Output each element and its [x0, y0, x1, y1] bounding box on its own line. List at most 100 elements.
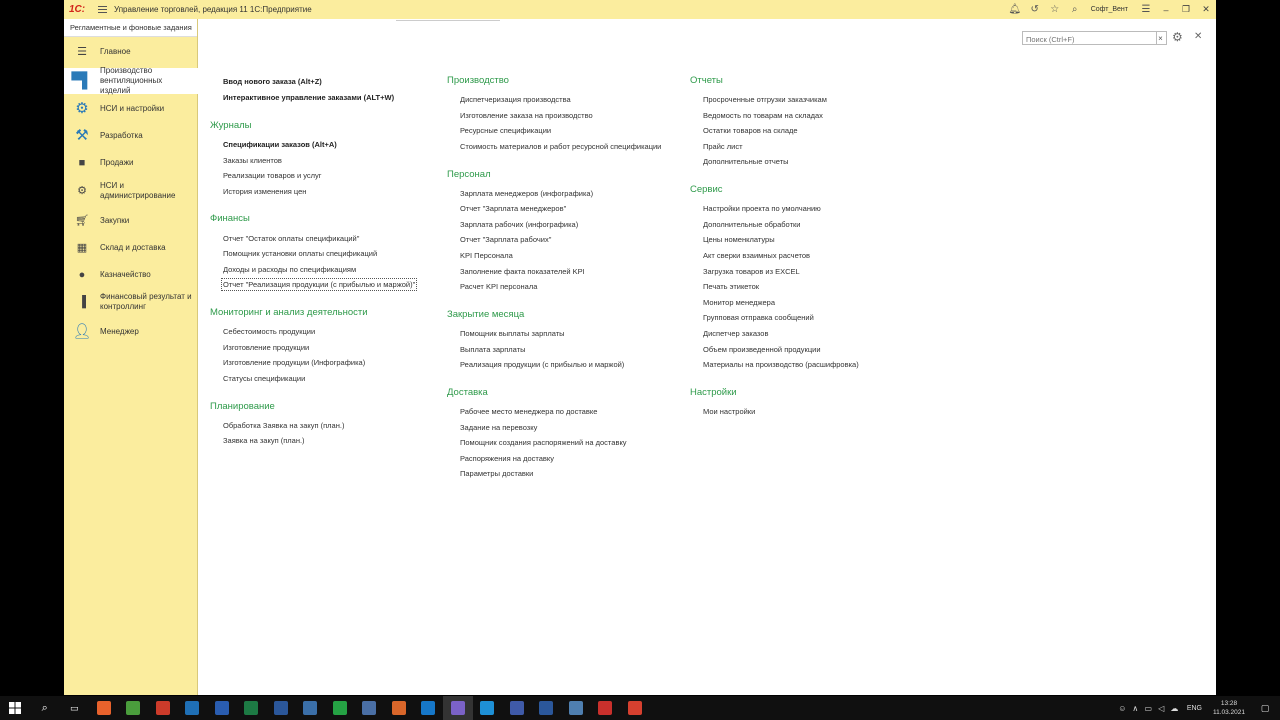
sidebar-item-production[interactable]: ▀▌ Производство вентиляционных изделий	[64, 66, 198, 95]
windows-start-icon[interactable]	[0, 696, 30, 720]
chevron-up-icon[interactable]: ∧	[1129, 704, 1142, 713]
link-item-focused[interactable]: Отчет "Реализация продукции (с прибылью …	[220, 278, 418, 291]
taskbar-app-icon[interactable]	[119, 696, 149, 720]
link-item[interactable]: Групповая отправка сообщений	[703, 313, 814, 322]
clock[interactable]: 13:28 11.03.2021	[1208, 699, 1250, 717]
star-icon[interactable]: ☆	[1045, 4, 1065, 15]
taskbar-app-icon[interactable]	[473, 696, 503, 720]
link-item[interactable]: Дополнительные отчеты	[703, 157, 789, 166]
sidebar-item-purchases[interactable]: 🛒︎ Закупки	[64, 212, 198, 230]
hamburger-menu-icon[interactable]	[95, 0, 109, 19]
taskbar-app-icon[interactable]	[207, 696, 237, 720]
link-item[interactable]: Дополнительные обработки	[703, 220, 800, 229]
language-indicator[interactable]: ENG	[1187, 705, 1202, 712]
taskbar-app-icon[interactable]	[502, 696, 532, 720]
link-item[interactable]: Заполнение факта показателей KPI	[460, 267, 585, 276]
task-view-icon[interactable]: ▭	[60, 696, 90, 720]
link-item[interactable]: Заявка на закуп (план.)	[223, 436, 305, 445]
notifications-icon[interactable]: ▢	[1250, 703, 1280, 714]
sidebar-item-nsi-settings[interactable]: ⚙ НСИ и настройки	[64, 100, 198, 118]
link-item[interactable]: Расчет KPI персонала	[460, 282, 537, 291]
link-item[interactable]: Остатки товаров на складе	[703, 126, 798, 135]
link-item[interactable]: Зарплата рабочих (инфографика)	[460, 220, 578, 229]
taskbar-app-icon[interactable]	[591, 696, 621, 720]
link-item[interactable]: Материалы на производство (расшифровка)	[703, 360, 859, 369]
link-item[interactable]: Мои настройки	[703, 407, 755, 416]
sidebar-item-financial-result[interactable]: ▐ Финансовый результат и контроллинг	[64, 290, 198, 314]
link-item[interactable]: Задание на перевозку	[460, 423, 537, 432]
search-clear-icon[interactable]: ×	[1155, 31, 1167, 45]
sidebar-item-manager[interactable]: 👤︎ Менеджер	[64, 323, 198, 341]
link-item[interactable]: Реализации товаров и услуг	[223, 171, 322, 180]
close-window-icon[interactable]: ✕	[1196, 4, 1216, 15]
link-item[interactable]: Объем произведенной продукции	[703, 345, 821, 354]
taskbar-app-icon[interactable]	[355, 696, 385, 720]
sidebar-item-development[interactable]: ⚒ Разработка	[64, 127, 198, 145]
link-item[interactable]: Печать этикеток	[703, 282, 759, 291]
link-item[interactable]: Изготовление заказа на производство	[460, 111, 593, 120]
link-item[interactable]: Ведомость по товарам на складах	[703, 111, 823, 120]
sidebar-item-main[interactable]: ☰ Главное	[64, 43, 198, 61]
link-item[interactable]: Помощник выплаты зарплаты	[460, 329, 565, 338]
taskbar-app-icon[interactable]	[266, 696, 296, 720]
sidebar-item-nsi-admin[interactable]: ⚙ НСИ и администрирование	[64, 179, 198, 203]
link-item[interactable]: KPI Персонала	[460, 251, 513, 260]
link-item[interactable]: Ресурсные спецификации	[460, 126, 551, 135]
link-item[interactable]: Загрузка товаров из EXCEL	[703, 267, 800, 276]
link-item[interactable]: История изменения цен	[223, 187, 306, 196]
taskbar-app-icon[interactable]	[89, 696, 119, 720]
link-item[interactable]: Обработка Заявка на закуп (план.)	[223, 421, 344, 430]
taskbar-app-icon[interactable]	[561, 696, 591, 720]
gear-icon[interactable]: ⚙	[1172, 30, 1183, 44]
taskbar-app-icon[interactable]	[532, 696, 562, 720]
link-item[interactable]: Себестоимость продукции	[223, 327, 315, 336]
taskbar-app-icon[interactable]	[620, 696, 650, 720]
person-tray-icon[interactable]: ☺	[1116, 704, 1129, 713]
link-item[interactable]: Изготовление продукции	[223, 343, 309, 352]
link-interactive-orders[interactable]: Интерактивное управление заказами (ALT+W…	[223, 93, 394, 102]
restore-icon[interactable]: ❐	[1176, 4, 1196, 15]
search-input[interactable]	[1022, 31, 1157, 45]
link-item[interactable]: Монитор менеджера	[703, 298, 775, 307]
link-item[interactable]: Отчет "Остаток оплаты спецификаций"	[223, 234, 359, 243]
link-item[interactable]: Параметры доставки	[460, 469, 533, 478]
link-item[interactable]: Стоимость материалов и работ ресурсной с…	[460, 142, 661, 151]
taskbar-app-icon[interactable]	[384, 696, 414, 720]
link-item[interactable]: Выплата зарплаты	[460, 345, 526, 354]
link-item[interactable]: Рабочее место менеджера по доставке	[460, 407, 597, 416]
link-item[interactable]: Помощник установки оплаты спецификаций	[223, 249, 377, 258]
taskbar-app-icon[interactable]	[296, 696, 326, 720]
link-item[interactable]: Просроченные отгрузки заказчикам	[703, 95, 827, 104]
close-icon[interactable]: ✕	[1194, 31, 1202, 42]
taskbar-app-icon[interactable]	[325, 696, 355, 720]
link-item[interactable]: Заказы клиентов	[223, 156, 282, 165]
user-name[interactable]: Софт_Вент	[1091, 6, 1128, 13]
link-item[interactable]: Акт сверки взаимных расчетов	[703, 251, 810, 260]
taskbar-app-icon[interactable]	[237, 696, 267, 720]
link-item[interactable]: Отчет "Зарплата рабочих"	[460, 235, 551, 244]
taskbar-search-icon[interactable]: ⌕	[30, 696, 60, 720]
network-icon[interactable]: ▭	[1142, 704, 1155, 713]
link-item[interactable]: Изготовление продукции (Инфографика)	[223, 358, 365, 367]
link-item[interactable]: Реализация продукции (с прибылью и маржо…	[460, 360, 624, 369]
cloud-icon[interactable]: ☁	[1168, 704, 1181, 713]
link-item[interactable]: Отчет "Зарплата менеджеров"	[460, 204, 566, 213]
background-tasks-tab[interactable]: Регламентные и фоновые задания	[64, 19, 197, 37]
minimize-icon[interactable]: –	[1156, 5, 1176, 15]
taskbar-app-icon[interactable]	[178, 696, 208, 720]
bell-icon[interactable]: 🔔︎	[1005, 4, 1025, 15]
link-item[interactable]: Цены номенклатуры	[703, 235, 775, 244]
search-icon[interactable]: ⌕	[1065, 4, 1085, 15]
taskbar-app-icon[interactable]	[414, 696, 444, 720]
link-item[interactable]: Спецификации заказов (Alt+A)	[223, 140, 337, 149]
sidebar-item-warehouse[interactable]: ▦ Склад и доставка	[64, 239, 198, 257]
link-item[interactable]: Диспетчеризация производства	[460, 95, 571, 104]
link-item[interactable]: Распоряжения на доставку	[460, 454, 554, 463]
taskbar-app-icon[interactable]	[443, 696, 473, 720]
link-item[interactable]: Зарплата менеджеров (инфографика)	[460, 189, 593, 198]
history-icon[interactable]: ↺	[1025, 4, 1045, 15]
link-item[interactable]: Настройки проекта по умолчанию	[703, 204, 821, 213]
settings-menu-icon[interactable]: ☰	[1136, 4, 1156, 15]
link-item[interactable]: Статусы спецификации	[223, 374, 305, 383]
sidebar-item-sales[interactable]: ■ Продажи	[64, 154, 198, 172]
